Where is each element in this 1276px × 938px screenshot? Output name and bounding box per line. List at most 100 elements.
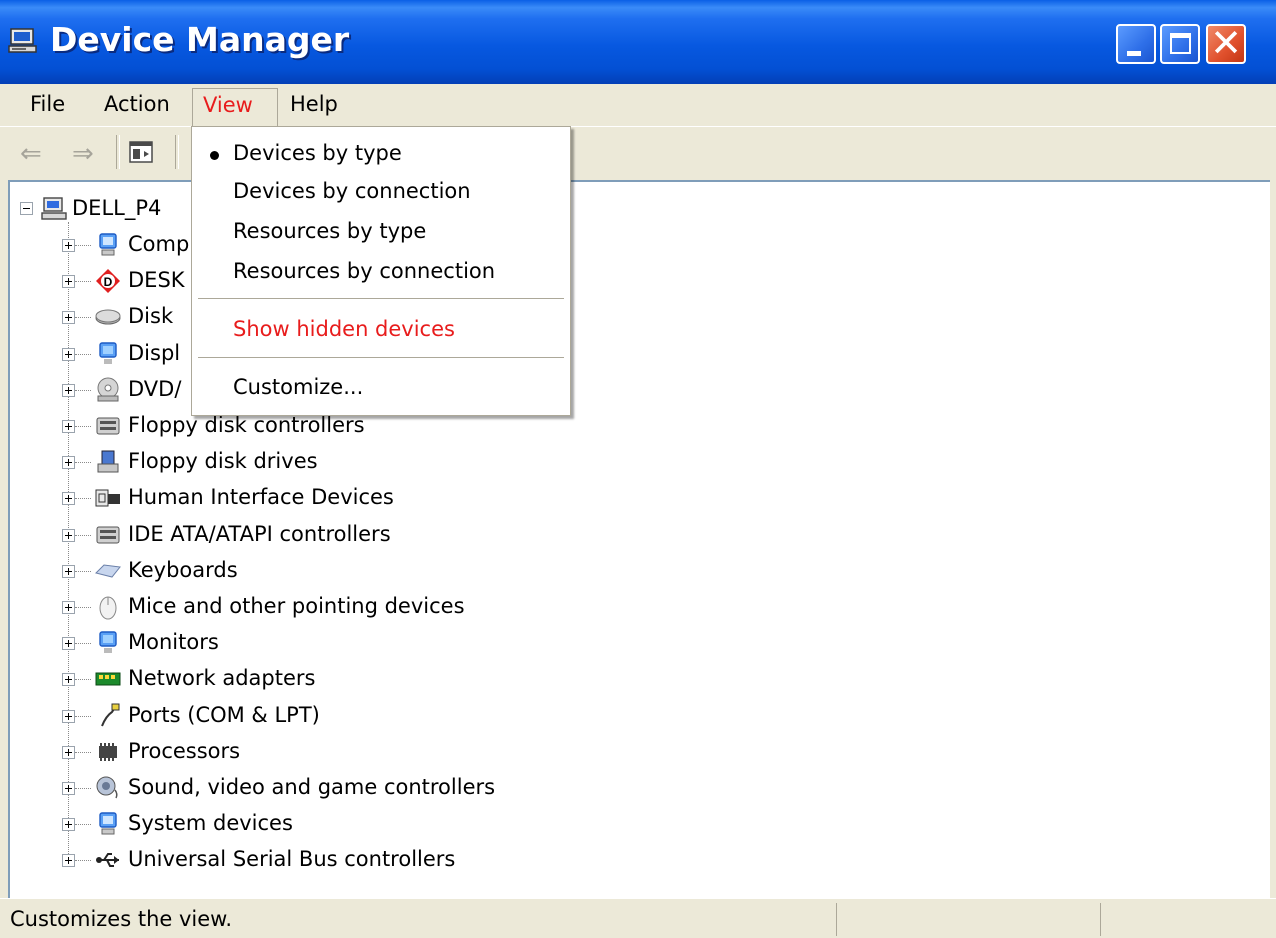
floppy-drive-icon	[97, 450, 119, 473]
tree-item-hid[interactable]: Human Interface Devices	[10, 481, 710, 515]
daemon-tools-icon: D	[96, 269, 120, 293]
tree-connector	[75, 571, 91, 572]
status-pane	[836, 903, 837, 936]
title-bar[interactable]: Device Manager ✕	[0, 0, 1276, 84]
expand-toggle[interactable]	[62, 854, 75, 867]
mouse-icon	[99, 596, 117, 620]
tree-connector	[75, 390, 91, 391]
display-adapter-icon	[99, 342, 117, 364]
tree-item-label: System devices	[128, 811, 293, 835]
monitor-icon	[99, 631, 117, 653]
menu-file[interactable]: File	[20, 88, 75, 120]
expand-toggle[interactable]	[62, 529, 75, 542]
menu-view[interactable]: View	[192, 88, 278, 128]
tree-connector	[75, 643, 91, 644]
tree-item-label: Human Interface Devices	[128, 485, 394, 509]
menu-item-resources-by-connection[interactable]: Resources by connection	[192, 253, 570, 289]
tree-item-usb[interactable]: Universal Serial Bus controllers	[10, 843, 710, 877]
menu-help[interactable]: Help	[280, 88, 348, 120]
expand-toggle[interactable]	[62, 637, 75, 650]
tree-item-mouse[interactable]: Mice and other pointing devices	[10, 590, 710, 624]
expand-toggle[interactable]	[62, 348, 75, 361]
tree-connector	[75, 716, 91, 717]
tree-item-label: Universal Serial Bus controllers	[128, 847, 456, 871]
menu-item-devices-by-type[interactable]: Devices by type	[192, 135, 570, 171]
tree-item-processor[interactable]: Processors	[10, 735, 710, 769]
tree-item-port[interactable]: Ports (COM & LPT)	[10, 699, 710, 733]
network-adapter-icon	[95, 672, 121, 686]
menu-item-label: Devices by type	[233, 141, 402, 165]
tree-connector	[75, 860, 91, 861]
tree-connector	[75, 354, 91, 355]
menu-action[interactable]: Action	[94, 88, 180, 120]
tree-item-system-devices[interactable]: System devices	[10, 807, 710, 841]
menu-item-label: Show hidden devices	[233, 317, 455, 341]
maximize-button[interactable]	[1160, 24, 1200, 64]
status-pane	[1100, 903, 1101, 936]
show-hide-console-tree-icon[interactable]	[128, 139, 154, 165]
menu-item-label: Customize...	[233, 375, 364, 399]
menu-separator	[198, 298, 564, 299]
processor-icon	[99, 743, 117, 761]
tree-item-label: Processors	[128, 739, 241, 763]
expand-toggle[interactable]	[62, 673, 75, 686]
expand-toggle[interactable]	[62, 710, 75, 723]
expand-toggle[interactable]	[62, 746, 75, 759]
tree-item-label: Mice and other pointing devices	[128, 594, 465, 618]
menu-item-show-hidden-devices[interactable]: Show hidden devices	[192, 311, 570, 347]
tree-item-label: Monitors	[128, 630, 219, 654]
menu-item-label: Resources by connection	[233, 259, 496, 283]
tree-connector	[75, 281, 91, 282]
tree-item-keyboard[interactable]: Keyboards	[10, 554, 710, 588]
tree-item-sound[interactable]: Sound, video and game controllers	[10, 771, 710, 805]
tree-item-label: Floppy disk controllers	[128, 413, 365, 437]
tree-item-label: Floppy disk drives	[128, 449, 318, 473]
collapse-toggle[interactable]	[20, 202, 33, 215]
back-arrow-icon[interactable]: ⇐	[20, 139, 42, 169]
menu-item-devices-by-connection[interactable]: Devices by connection	[192, 173, 570, 209]
tree-connector	[75, 824, 91, 825]
usb-icon	[96, 853, 119, 867]
tree-connector	[75, 498, 91, 499]
svg-text:D: D	[104, 275, 113, 289]
tree-connector	[75, 752, 91, 753]
tree-item-label: IDE ATA/ATAPI controllers	[128, 522, 391, 546]
tree-connector	[75, 462, 91, 463]
minimize-button[interactable]	[1116, 24, 1156, 64]
tree-connector	[75, 317, 91, 318]
tree-item-label: Keyboards	[128, 558, 238, 582]
tree-item-floppy-drive[interactable]: Floppy disk drives	[10, 445, 710, 479]
view-dropdown-menu: Devices by type Devices by connection Re…	[191, 126, 571, 416]
expand-toggle[interactable]	[62, 782, 75, 795]
tree-item-label: Displ	[128, 341, 181, 365]
close-button[interactable]: ✕	[1206, 23, 1246, 64]
floppy-controller-icon	[96, 417, 120, 435]
toolbar-separator	[116, 135, 120, 169]
expand-toggle[interactable]	[62, 601, 75, 614]
tree-connector	[75, 245, 91, 246]
tree-item-ide-controller[interactable]: IDE ATA/ATAPI controllers	[10, 518, 710, 552]
menu-item-customize[interactable]: Customize...	[192, 369, 570, 405]
expand-toggle[interactable]	[62, 492, 75, 505]
tree-item-label: Comp	[128, 232, 190, 256]
tree-root-label: DELL_P4	[72, 196, 162, 220]
expand-toggle[interactable]	[62, 456, 75, 469]
expand-toggle[interactable]	[62, 239, 75, 252]
tree-connector	[75, 679, 91, 680]
menu-item-resources-by-type[interactable]: Resources by type	[192, 213, 570, 249]
expand-toggle[interactable]	[62, 275, 75, 288]
tree-item-monitor[interactable]: Monitors	[10, 626, 710, 660]
port-icon	[101, 703, 120, 727]
keyboard-icon	[95, 564, 121, 578]
tree-item-label: DVD/	[128, 377, 182, 401]
status-bar: Customizes the view.	[0, 898, 1276, 938]
tree-connector	[75, 426, 91, 427]
expand-toggle[interactable]	[62, 565, 75, 578]
forward-arrow-icon[interactable]: ⇒	[72, 139, 94, 169]
expand-toggle[interactable]	[62, 384, 75, 397]
expand-toggle[interactable]	[62, 420, 75, 433]
radio-bullet-icon	[210, 151, 219, 160]
tree-item-network-adapter[interactable]: Network adapters	[10, 662, 710, 696]
expand-toggle[interactable]	[62, 311, 75, 324]
expand-toggle[interactable]	[62, 818, 75, 831]
